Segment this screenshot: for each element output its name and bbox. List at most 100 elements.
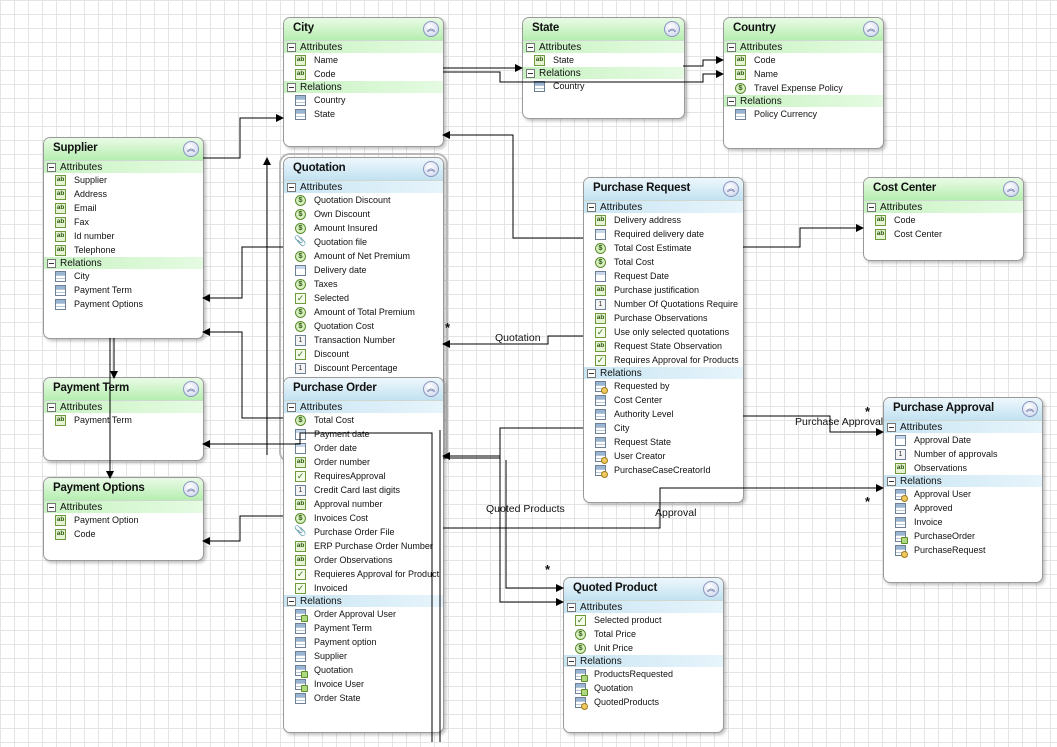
relation-row[interactable]: Payment Term xyxy=(44,283,203,297)
attribute-row[interactable]: ab Code xyxy=(724,53,883,67)
attributes-section-header[interactable]: Attributes xyxy=(584,201,743,213)
attributes-section-header[interactable]: Attributes xyxy=(284,401,443,413)
attribute-row[interactable]: $ Amount of Total Premium xyxy=(284,305,443,319)
attribute-row[interactable]: ab Supplier xyxy=(44,173,203,187)
attribute-row[interactable]: Order date xyxy=(284,441,443,455)
attribute-row[interactable]: $ Amount of Net Premium xyxy=(284,249,443,263)
attribute-row[interactable]: ab Request State Observation xyxy=(584,339,743,353)
collapse-icon[interactable]: ︽ xyxy=(183,481,199,497)
minus-icon[interactable] xyxy=(567,656,576,666)
attribute-row[interactable]: ✓ Selected product xyxy=(564,613,723,627)
attribute-row[interactable]: ab Telephone xyxy=(44,243,203,257)
collapse-icon[interactable]: ︽ xyxy=(703,581,719,597)
minus-icon[interactable] xyxy=(526,42,535,52)
relation-row[interactable]: PurchaseRequest xyxy=(884,543,1042,558)
entity-payment-options[interactable]: Payment Options ︽ Attributes ab Payment O… xyxy=(43,477,204,561)
attribute-row[interactable]: 📎 Purchase Order File xyxy=(284,525,443,539)
attribute-row[interactable]: ab Observations xyxy=(884,461,1042,475)
collapse-icon[interactable]: ︽ xyxy=(723,181,739,197)
entity-header[interactable]: Quotation ︽ xyxy=(284,158,443,181)
minus-icon[interactable] xyxy=(587,202,596,212)
attribute-row[interactable]: ab Order Observations xyxy=(284,553,443,567)
minus-icon[interactable] xyxy=(47,162,56,172)
attribute-row[interactable]: $ Quotation Discount xyxy=(284,193,443,207)
minus-icon[interactable] xyxy=(47,502,56,512)
attributes-section-header[interactable]: Attributes xyxy=(284,41,443,53)
attribute-row[interactable]: ab Address xyxy=(44,187,203,201)
minus-icon[interactable] xyxy=(287,82,296,92)
minus-icon[interactable] xyxy=(287,42,296,52)
relation-row[interactable]: Approved xyxy=(884,501,1042,515)
collapse-icon[interactable]: ︽ xyxy=(183,141,199,157)
attribute-row[interactable]: ab Payment Option xyxy=(44,513,203,527)
attribute-row[interactable]: ✓ Requieres Approval for Product xyxy=(284,567,443,581)
relation-row[interactable]: ProductsRequested xyxy=(564,667,723,682)
relations-section-header[interactable]: Relations xyxy=(724,95,883,107)
minus-icon[interactable] xyxy=(587,368,596,378)
relation-row[interactable]: Approval User xyxy=(884,487,1042,502)
relation-row[interactable]: Country xyxy=(523,79,684,93)
relation-row[interactable]: Quotation xyxy=(564,681,723,696)
relation-row[interactable]: Supplier xyxy=(284,649,443,663)
attributes-section-header[interactable]: Attributes xyxy=(44,501,203,513)
relation-row[interactable]: User Creator xyxy=(584,449,743,464)
attribute-row[interactable]: ✓ Use only selected quotations xyxy=(584,325,743,339)
minus-icon[interactable] xyxy=(867,202,876,212)
attribute-row[interactable]: Payment date xyxy=(284,427,443,441)
relation-row[interactable]: PurchaseCaseCreatorId xyxy=(584,463,743,478)
attribute-row[interactable]: $ Own Discount xyxy=(284,207,443,221)
minus-icon[interactable] xyxy=(887,476,896,486)
attribute-row[interactable]: ab Purchase justification xyxy=(584,283,743,297)
attribute-row[interactable]: ✓ Invoiced xyxy=(284,581,443,595)
attribute-row[interactable]: ab Payment Term xyxy=(44,413,203,427)
relation-row[interactable]: Cost Center xyxy=(584,393,743,407)
entity-quoted-product[interactable]: Quoted Product ︽ Attributes ✓ Selected pr… xyxy=(563,577,724,733)
attribute-row[interactable]: Request Date xyxy=(584,269,743,283)
entity-header[interactable]: Country ︽ xyxy=(724,18,883,41)
entity-supplier[interactable]: Supplier ︽ Attributes ab Supplier ab Addres… xyxy=(43,137,204,339)
attribute-row[interactable]: 1 Credit Card last digits xyxy=(284,483,443,497)
attributes-section-header[interactable]: Attributes xyxy=(44,401,203,413)
relation-row[interactable]: Payment option xyxy=(284,635,443,649)
attribute-row[interactable]: ab Fax xyxy=(44,215,203,229)
attribute-row[interactable]: ab Name xyxy=(284,53,443,67)
relation-row[interactable]: PurchaseOrder xyxy=(884,529,1042,544)
attribute-row[interactable]: $ Total Cost xyxy=(284,413,443,427)
attributes-section-header[interactable]: Attributes xyxy=(284,181,443,193)
relation-row[interactable]: Requested by xyxy=(584,379,743,394)
minus-icon[interactable] xyxy=(47,402,56,412)
attribute-row[interactable]: ab ERP Purchase Order Number xyxy=(284,539,443,553)
attributes-section-header[interactable]: Attributes xyxy=(864,201,1023,213)
entity-purchase-approval[interactable]: Purchase Approval ︽ Attributes Approval … xyxy=(883,397,1043,583)
relations-section-header[interactable]: Relations xyxy=(44,257,203,269)
attribute-row[interactable]: $ Total Price xyxy=(564,627,723,641)
relations-section-header[interactable]: Relations xyxy=(284,595,443,607)
relation-row[interactable]: Payment Term xyxy=(284,621,443,635)
attribute-row[interactable]: Required delivery date xyxy=(584,227,743,241)
entity-purchase-order[interactable]: Purchase Order ︽ Attributes $ Total Cost P… xyxy=(283,377,444,733)
relation-row[interactable]: Invoice User xyxy=(284,677,443,692)
attribute-row[interactable]: ab Cost Center xyxy=(864,227,1023,241)
entity-header[interactable]: State ︽ xyxy=(523,18,684,41)
attribute-row[interactable]: ab Purchase Observations xyxy=(584,311,743,325)
attribute-row[interactable]: $ Taxes xyxy=(284,277,443,291)
attribute-row[interactable]: Approval Date xyxy=(884,433,1042,447)
minus-icon[interactable] xyxy=(287,182,296,192)
relation-row[interactable]: Quotation xyxy=(284,663,443,678)
minus-icon[interactable] xyxy=(567,602,576,612)
relation-row[interactable]: Order State xyxy=(284,691,443,705)
entity-header[interactable]: Quoted Product ︽ xyxy=(564,578,723,601)
relation-row[interactable]: Order Approval User xyxy=(284,607,443,622)
collapse-icon[interactable]: ︽ xyxy=(423,381,439,397)
relations-section-header[interactable]: Relations xyxy=(284,81,443,93)
attribute-row[interactable]: ab Email xyxy=(44,201,203,215)
attribute-row[interactable]: ab Id number xyxy=(44,229,203,243)
attribute-row[interactable]: 📎 Quotation file xyxy=(284,235,443,249)
minus-icon[interactable] xyxy=(287,596,296,606)
attribute-row[interactable]: ab Code xyxy=(864,213,1023,227)
attributes-section-header[interactable]: Attributes xyxy=(564,601,723,613)
relation-row[interactable]: Policy Currency xyxy=(724,107,883,121)
attribute-row[interactable]: $ Travel Expense Policy xyxy=(724,81,883,95)
entity-purchase-request[interactable]: Purchase Request ︽ Attributes ab Delivery… xyxy=(583,177,744,503)
attributes-section-header[interactable]: Attributes xyxy=(44,161,203,173)
